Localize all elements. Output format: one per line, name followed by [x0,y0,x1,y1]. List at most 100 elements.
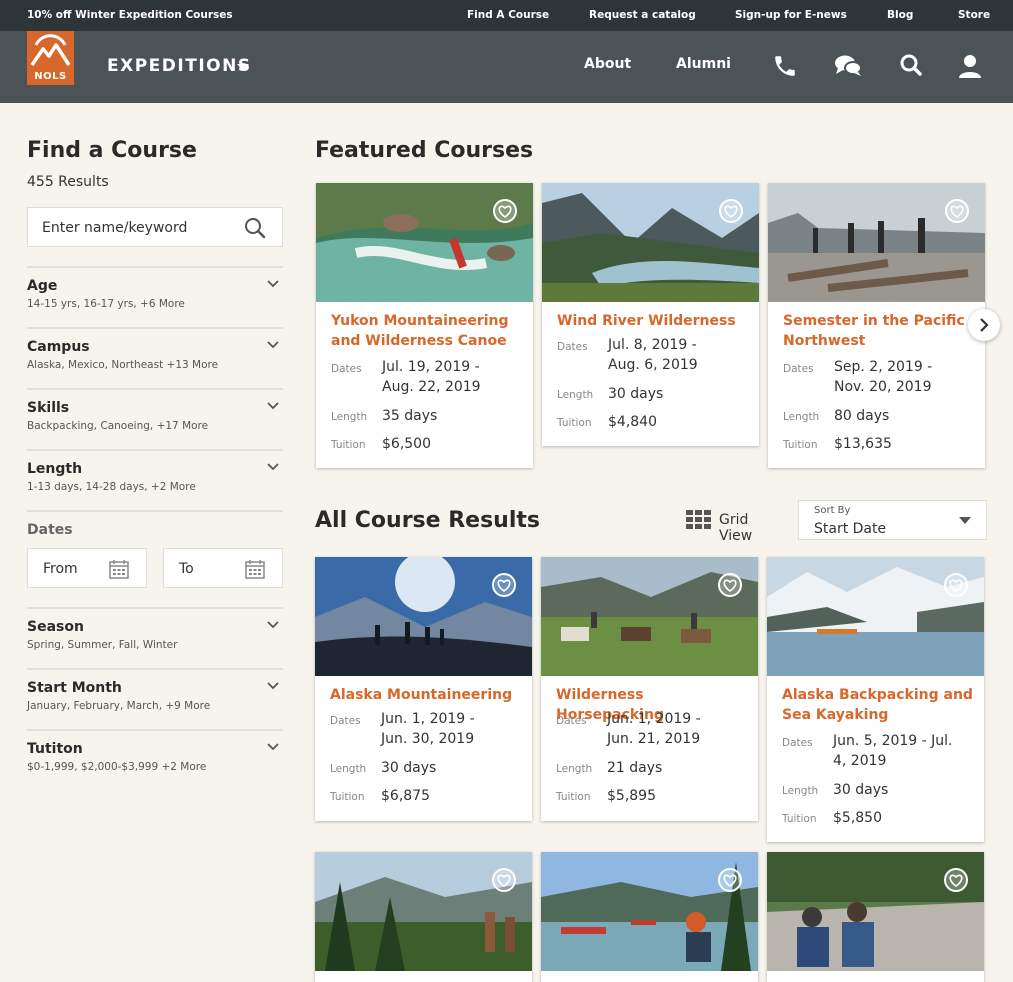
chevron-down-icon[interactable] [237,64,249,71]
grid-view-toggle[interactable]: Grid View [686,510,782,544]
course-title[interactable]: Alaska Backpacking and Sea Kayaking [782,685,977,725]
sort-select[interactable]: Sort By Start Date [798,500,987,540]
filter-summary: Backpacking, Canoeing, +17 More [27,420,209,432]
favorite-heart-icon[interactable] [718,868,742,892]
course-dates: Jun. 1, 2019 - Jun. 21, 2019 [607,711,701,747]
topbar-link-find-course[interactable]: Find A Course [467,9,549,21]
nols-logo[interactable]: NOLS [27,31,74,85]
length-label: Length [783,411,820,423]
filter-title: Campus [27,339,90,355]
course-dates: Sep. 2, 2019 - Nov. 20, 2019 [834,359,933,395]
filter-season[interactable]: Season Spring, Summer, Fall, Winter [27,607,283,669]
favorite-heart-icon[interactable] [719,199,743,223]
keyword-search-input[interactable] [42,218,232,238]
topbar-link-store[interactable]: Store [958,9,990,21]
filter-title: Season [27,619,84,635]
filter-title: Age [27,278,58,294]
favorite-heart-icon[interactable] [945,199,969,223]
logo-text: NOLS [34,71,67,82]
chevron-down-icon [959,517,971,524]
chevron-right-icon [980,318,989,332]
tuition-label: Tuition [782,813,817,825]
course-dates: Jul. 19, 2019 - Aug. 22, 2019 [382,359,481,395]
filter-summary: Alaska, Mexico, Northeast +13 More [27,359,219,371]
filter-title: Tutiton [27,741,83,757]
filter-start-month[interactable]: Start Month January, February, March, +9… [27,668,283,730]
filter-skills[interactable]: Skills Backpacking, Canoeing, +17 More [27,388,283,450]
filter-age[interactable]: Age 14-15 yrs, 16-17 yrs, +6 More [27,266,283,328]
chevron-down-icon[interactable] [267,341,279,349]
nav-about[interactable]: About [584,56,631,72]
filter-summary: $0-1,999, $2,000-$3,999 +2 More [27,761,207,773]
topbar-link-request-catalog[interactable]: Request a catalog [589,9,696,21]
user-icon[interactable] [958,53,984,79]
course-tuition: $5,895 [607,788,656,804]
course-title[interactable]: Semester in the Pacific Northwest [783,311,978,351]
main-header: NOLS EXPEDITIONS About Alumni [0,31,1013,103]
chevron-down-icon[interactable] [267,280,279,288]
keyword-search [27,207,283,247]
course-title[interactable]: Alaska Mountaineering [330,685,525,705]
tuition-label: Tuition [331,439,366,451]
course-card[interactable]: Semester in the Pacific Northwest Dates … [768,183,985,468]
dates-label: Dates [783,363,814,375]
filter-title: Length [27,461,83,477]
course-length: 21 days [607,760,663,776]
filter-title: Start Month [27,680,122,696]
featured-title: Featured Courses [315,138,534,163]
search-icon[interactable] [899,53,925,79]
favorite-heart-icon[interactable] [492,573,516,597]
topbar-link-blog[interactable]: Blog [887,9,913,21]
search-icon[interactable] [244,217,266,239]
chevron-down-icon[interactable] [267,463,279,471]
filter-campus[interactable]: Campus Alaska, Mexico, Northeast +13 Mor… [27,327,283,389]
course-card[interactable]: Alaska Mountaineering Dates Jun. 1, 2019… [315,557,532,821]
favorite-heart-icon[interactable] [718,573,742,597]
filter-tuition[interactable]: Tutiton $0-1,999, $2,000-$3,999 +2 More [27,729,283,791]
course-card[interactable]: Wilderness Horsepacking Dates Jun. 1, 20… [541,557,758,821]
carousel-next-button[interactable] [968,309,1000,341]
chevron-down-icon[interactable] [267,402,279,410]
topbar-link-enews[interactable]: Sign-up for E-news [735,9,847,21]
chevron-down-icon[interactable] [267,743,279,751]
nav-alumni[interactable]: Alumni [676,56,731,72]
date-from-label: From [43,561,78,577]
date-from-field[interactable]: From [27,548,147,588]
calendar-icon[interactable] [245,559,265,579]
filter-summary: 14-15 yrs, 16-17 yrs, +6 More [27,298,185,310]
dates-label: Dates [782,737,813,749]
promo-bar: 10% off Winter Expedition Courses Find A… [0,0,1013,31]
course-length: 30 days [833,782,889,798]
dates-label: Dates [556,715,587,727]
section-menu[interactable]: EXPEDITIONS [107,56,252,76]
chevron-down-icon[interactable] [267,682,279,690]
dates-label: Dates [331,363,362,375]
course-dates: Jun. 1, 2019 - Jun. 30, 2019 [381,711,475,747]
chevron-down-icon[interactable] [267,621,279,629]
favorite-heart-icon[interactable] [944,868,968,892]
favorite-heart-icon[interactable] [944,573,968,597]
chat-icon[interactable] [834,53,862,79]
date-to-field[interactable]: To [163,548,283,588]
filter-summary: January, February, March, +9 More [27,700,211,712]
course-title[interactable]: Wind River Wilderness [557,311,752,331]
course-card[interactable] [315,852,532,982]
course-dates: Jun. 5, 2019 - Jul. 4, 2019 [833,733,953,769]
course-title[interactable]: Yukon Mountaineering and Wilderness Cano… [331,311,526,351]
calendar-icon[interactable] [109,559,129,579]
course-tuition: $13,635 [834,436,892,452]
phone-icon[interactable] [772,53,798,79]
length-label: Length [556,763,593,775]
promo-text[interactable]: 10% off Winter Expedition Courses [27,9,233,21]
filter-summary: Spring, Summer, Fall, Winter [27,639,178,651]
course-card[interactable] [541,852,758,982]
favorite-heart-icon[interactable] [492,868,516,892]
filter-length[interactable]: Length 1-13 days, 14-28 days, +2 More [27,449,283,511]
course-card[interactable]: Wind River Wilderness Dates Jul. 8, 2019… [542,183,759,446]
course-card[interactable] [767,852,984,982]
course-card[interactable]: Alaska Backpacking and Sea Kayaking Date… [767,557,984,842]
course-card[interactable]: Yukon Mountaineering and Wilderness Cano… [316,183,533,468]
favorite-heart-icon[interactable] [493,199,517,223]
course-length: 30 days [381,760,437,776]
filter-summary: 1-13 days, 14-28 days, +2 More [27,481,196,493]
